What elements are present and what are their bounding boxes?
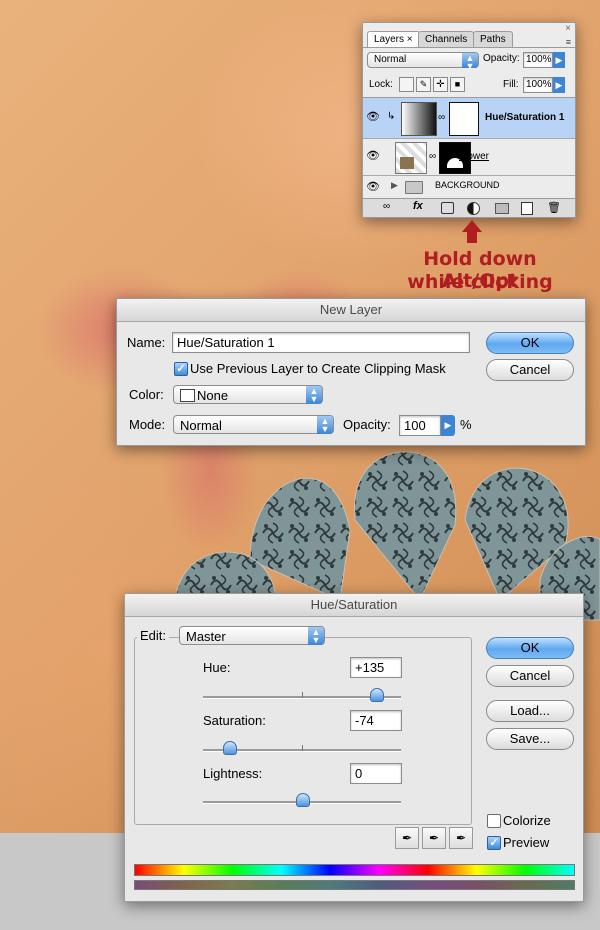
- fx-icon[interactable]: fx: [413, 200, 423, 212]
- hue-saturation-dialog: Hue/Saturation Edit: Master ▲ ▼ Hue: +135 …: [124, 593, 584, 902]
- blend-mode-select[interactable]: Normal ▲ ▼: [367, 52, 479, 71]
- lightness-label: Lightness:: [203, 766, 263, 781]
- tab-paths[interactable]: Paths: [473, 31, 513, 48]
- lock-label: Lock:: [369, 79, 393, 90]
- layer-name: Flower: [459, 151, 490, 162]
- add-mask-icon[interactable]: [441, 202, 454, 214]
- annotation-line-2: while clicking: [407, 271, 553, 293]
- tab-layers[interactable]: Layers ×: [367, 31, 420, 48]
- hue-slider-thumb[interactable]: [370, 688, 385, 702]
- dialog-title: Hue/Saturation: [125, 594, 583, 617]
- tab-channels[interactable]: Channels: [418, 31, 475, 48]
- lock-all-icon[interactable]: ■: [450, 77, 465, 92]
- clipping-mask-label: Use Previous Layer to Create Clipping Ma…: [190, 361, 446, 376]
- saturation-input[interactable]: -74: [350, 710, 402, 731]
- palette-close-icon[interactable]: ×: [565, 23, 571, 34]
- new-layer-icon[interactable]: [521, 202, 533, 215]
- layer-name: BACKGROUND: [435, 180, 500, 190]
- color-select[interactable]: None ▲ ▼: [173, 385, 323, 404]
- layer-name-input[interactable]: Hue/Saturation 1: [172, 332, 470, 353]
- edit-label: Edit:: [137, 628, 170, 643]
- color-label: Color:: [129, 387, 164, 402]
- visibility-eye-icon[interactable]: 👁: [363, 180, 383, 193]
- layer-row-hue-saturation[interactable]: 👁 ↳ ∞ Hue/Saturation 1: [363, 98, 575, 139]
- opacity-field[interactable]: 100%: [523, 52, 553, 68]
- opacity-input[interactable]: 100: [399, 415, 441, 436]
- input-color-bar: [134, 864, 575, 876]
- fill-field[interactable]: 100%: [523, 77, 553, 93]
- eyedropper-minus-icon[interactable]: ✒: [449, 827, 473, 849]
- ok-button[interactable]: OK: [486, 637, 574, 659]
- fill-arrow-icon[interactable]: ▶: [553, 77, 565, 93]
- new-layer-dialog: New Layer Name: Hue/Saturation 1 ✓ Use P…: [116, 298, 586, 446]
- opacity-label: Opacity:: [483, 53, 520, 64]
- new-group-icon[interactable]: [495, 203, 509, 214]
- eyedropper-plus-icon[interactable]: ✒: [422, 827, 446, 849]
- layer-mask-thumb: [449, 102, 479, 136]
- annotation-arrow-stem: [467, 231, 477, 243]
- hue-label: Hue:: [203, 660, 231, 675]
- lock-move-icon[interactable]: ✛: [433, 77, 448, 92]
- hue-center-tick: [302, 692, 303, 698]
- cancel-button[interactable]: Cancel: [486, 665, 574, 687]
- preview-label: Preview: [503, 835, 550, 850]
- dialog-title: New Layer: [117, 299, 585, 322]
- colorize-label: Colorize: [503, 813, 551, 828]
- palette-menu-icon[interactable]: ≡: [566, 37, 571, 47]
- layer-name: Hue/Saturation 1: [485, 112, 565, 123]
- lock-transparent-icon[interactable]: [399, 77, 414, 92]
- lock-brush-icon[interactable]: ✎: [416, 77, 431, 92]
- tab-divider: [363, 47, 575, 48]
- name-label: Name:: [127, 335, 166, 350]
- colorize-checkbox[interactable]: [487, 814, 501, 828]
- trash-icon[interactable]: 🗑: [547, 201, 561, 214]
- mode-select[interactable]: Normal ▲ ▼: [173, 415, 334, 434]
- cancel-button[interactable]: Cancel: [486, 359, 574, 381]
- opacity-label: Opacity:: [343, 417, 391, 432]
- layer-row-flower[interactable]: 👁 ∞ Flower: [363, 139, 575, 176]
- visibility-eye-icon[interactable]: 👁: [363, 149, 383, 162]
- adjustment-thumb: [401, 102, 437, 136]
- opacity-arrow-icon[interactable]: ▶: [553, 52, 565, 68]
- link-layers-icon[interactable]: ∞: [383, 201, 390, 212]
- fill-label: Fill:: [503, 79, 519, 90]
- clip-arrow-icon: ↳: [387, 111, 396, 122]
- clipping-mask-checkbox[interactable]: ✓: [174, 362, 188, 376]
- link-chain-icon: ∞: [438, 112, 446, 123]
- saturation-center-tick: [302, 745, 303, 751]
- edit-select[interactable]: Master ▲ ▼: [179, 626, 325, 645]
- eyedropper-icon[interactable]: ✒: [395, 827, 419, 849]
- saturation-label: Saturation:: [203, 713, 266, 728]
- color-swatch: [180, 389, 195, 402]
- layers-palette: × ≡ Layers × Channels Paths Normal ▲ ▼ Opa…: [362, 22, 576, 218]
- lightness-input[interactable]: 0: [350, 763, 402, 784]
- flower-thumb: [395, 142, 427, 174]
- save-button[interactable]: Save...: [486, 728, 574, 750]
- hue-input[interactable]: +135: [350, 657, 402, 678]
- layer-row-background[interactable]: 👁 ▶ BACKGROUND: [363, 176, 575, 199]
- folder-icon: [405, 181, 423, 194]
- percent-label: %: [460, 417, 472, 432]
- opacity-stepper-icon[interactable]: ▶: [441, 415, 455, 436]
- layers-toolbar: ∞ fx 🗑: [363, 198, 575, 217]
- load-button[interactable]: Load...: [486, 700, 574, 722]
- mode-label: Mode:: [129, 417, 166, 432]
- new-adjustment-layer-icon[interactable]: [467, 202, 480, 215]
- saturation-slider-thumb[interactable]: [222, 741, 237, 755]
- output-color-bar: [134, 880, 575, 890]
- lightness-slider-thumb[interactable]: [296, 793, 310, 807]
- preview-checkbox[interactable]: ✓: [487, 836, 501, 850]
- expand-triangle-icon[interactable]: ▶: [391, 180, 398, 191]
- visibility-eye-icon[interactable]: 👁: [363, 110, 383, 123]
- link-chain-icon: ∞: [429, 151, 437, 162]
- ok-button[interactable]: OK: [486, 332, 574, 354]
